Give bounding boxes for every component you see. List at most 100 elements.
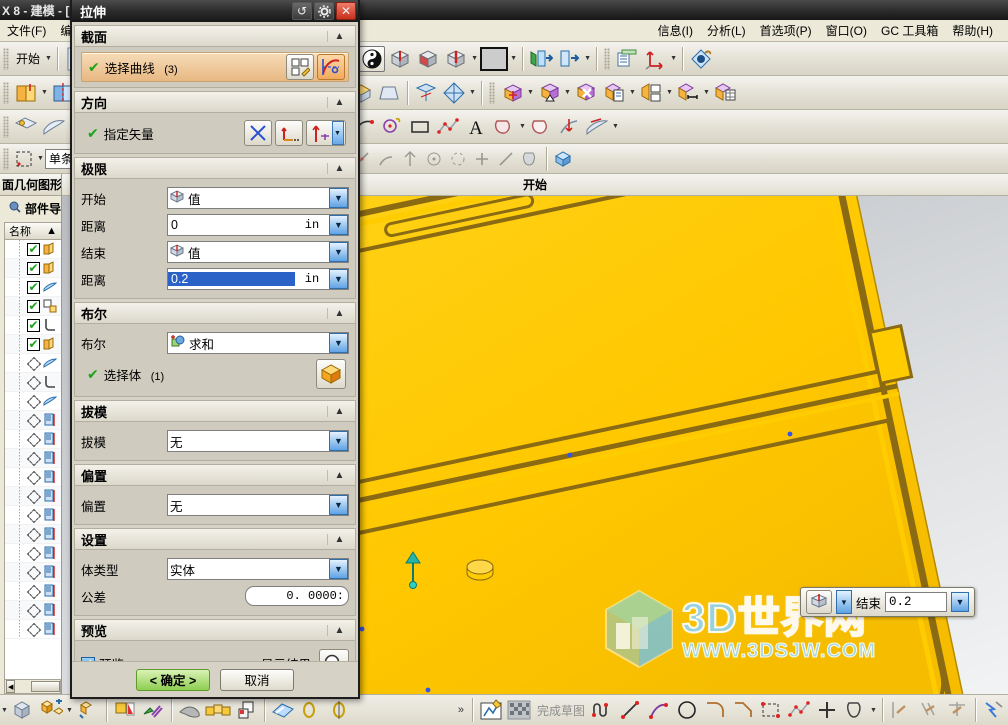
row-checkbox[interactable]: [27, 280, 40, 294]
sketch-constraint-icon[interactable]: [270, 697, 296, 723]
boolean-select[interactable]: 求和 ▼: [167, 332, 349, 354]
menu-item-info[interactable]: 信息(I): [651, 20, 700, 41]
tree-row[interactable]: [5, 297, 61, 316]
selection-filter-icon[interactable]: [13, 148, 35, 170]
select-body-button[interactable]: [316, 359, 346, 389]
tangent-snap-icon[interactable]: [375, 148, 397, 170]
row-suppressed-marker[interactable]: [27, 528, 40, 541]
chevron-down-icon[interactable]: [65, 698, 74, 722]
tree-row[interactable]: [5, 582, 61, 601]
group-header-boolean[interactable]: 布尔 ▲: [74, 302, 356, 324]
copy-feature-icon[interactable]: [601, 80, 627, 106]
chevron-down-icon[interactable]: [563, 81, 572, 105]
chevron-down-icon[interactable]: ▼: [329, 333, 348, 353]
chevron-down-icon[interactable]: [628, 81, 637, 105]
chevron-down-icon[interactable]: ▼: [329, 215, 348, 235]
sketch-tool-icon[interactable]: [478, 697, 504, 723]
datum-axis-icon[interactable]: [443, 46, 469, 72]
menu-item-gc-toolbox[interactable]: GC 工具箱: [874, 20, 945, 41]
chamfer-tool-icon[interactable]: [730, 697, 756, 723]
group-header-settings[interactable]: 设置 ▲: [74, 528, 356, 550]
measure-icon[interactable]: [140, 697, 166, 723]
move-object-icon[interactable]: [499, 80, 525, 106]
tree-row[interactable]: [5, 563, 61, 582]
assembly-icon[interactable]: [10, 697, 36, 723]
end-distance-input[interactable]: 0.2 in ▼: [167, 268, 349, 290]
select-curve-row[interactable]: ✔ 选择曲线 (3): [81, 52, 349, 82]
row-checkbox[interactable]: [27, 242, 40, 256]
chevron-up-icon[interactable]: ▲: [327, 162, 351, 174]
tree-row[interactable]: [5, 430, 61, 449]
vector-dialog-button[interactable]: [275, 120, 303, 146]
chevron-down-icon[interactable]: [611, 115, 620, 139]
chevron-down-icon[interactable]: [40, 81, 49, 105]
arc-tool-icon[interactable]: [646, 697, 672, 723]
row-checkbox[interactable]: [27, 318, 40, 332]
background-color-icon[interactable]: [480, 46, 509, 71]
end-distance-dropdown[interactable]: ▼: [951, 592, 970, 612]
profile-icon[interactable]: [590, 697, 616, 723]
chevron-up-icon[interactable]: ▲: [327, 469, 351, 481]
chevron-down-icon[interactable]: [470, 47, 479, 71]
row-checkbox[interactable]: [27, 337, 40, 351]
group-header-offset[interactable]: 偏置 ▲: [74, 464, 356, 486]
tree-horizontal-scrollbar[interactable]: ◀: [4, 679, 61, 694]
datum-plane-icon[interactable]: [413, 80, 439, 106]
layer-settings-icon[interactable]: [614, 46, 640, 72]
chevron-down-icon[interactable]: [468, 81, 477, 105]
group-header-limits[interactable]: 极限 ▲: [74, 157, 356, 179]
row-suppressed-marker[interactable]: [27, 547, 40, 560]
group-header-section[interactable]: 截面 ▲: [74, 25, 356, 47]
chevron-down-icon[interactable]: [669, 47, 678, 71]
chevron-down-icon[interactable]: [509, 47, 518, 71]
chevron-up-icon[interactable]: ▲: [327, 405, 351, 417]
reset-icon[interactable]: ↺: [292, 2, 312, 20]
rectangle-icon[interactable]: [407, 114, 433, 140]
end-distance-input[interactable]: 0.2: [885, 592, 948, 612]
show-result-button[interactable]: [319, 648, 349, 661]
row-suppressed-marker[interactable]: [27, 433, 40, 446]
chevron-down-icon[interactable]: [583, 47, 592, 71]
offset-select[interactable]: 无 ▼: [167, 494, 349, 516]
constraint-coincident-icon[interactable]: [888, 697, 914, 723]
chevron-down-icon[interactable]: ▼: [329, 559, 348, 579]
wire-icon[interactable]: [298, 697, 324, 723]
chevron-down-icon[interactable]: [36, 147, 45, 171]
tree-row[interactable]: [5, 487, 61, 506]
tree-row[interactable]: [5, 620, 61, 639]
row-suppressed-marker[interactable]: [27, 357, 40, 370]
wire-alt-icon[interactable]: [326, 697, 352, 723]
toolbar-grip[interactable]: [3, 147, 9, 170]
chevron-down-icon[interactable]: [869, 698, 878, 722]
tree-row[interactable]: [5, 525, 61, 544]
text-icon[interactable]: A: [463, 114, 489, 140]
pattern-feature-icon[interactable]: [536, 80, 562, 106]
row-checkbox[interactable]: [27, 261, 40, 275]
chevron-down-icon[interactable]: [44, 47, 53, 71]
end-type-select[interactable]: 值 ▼: [167, 241, 349, 263]
reference-set-icon[interactable]: [233, 697, 259, 723]
region-tool-icon[interactable]: [842, 697, 868, 723]
chevron-down-icon[interactable]: [526, 81, 535, 105]
tree-row[interactable]: [5, 601, 61, 620]
start-type-select[interactable]: 值 ▼: [167, 187, 349, 209]
start-distance-input[interactable]: 0 in ▼: [167, 214, 349, 236]
tree-row[interactable]: [5, 316, 61, 335]
tree-row[interactable]: [5, 278, 61, 297]
chevron-down-icon[interactable]: [665, 81, 674, 105]
tree-row[interactable]: [5, 544, 61, 563]
dock-tab-header[interactable]: 面几何图形: [0, 174, 61, 196]
feature-size-icon[interactable]: [675, 80, 701, 106]
body-type-select[interactable]: 实体 ▼: [167, 558, 349, 580]
row-suppressed-marker[interactable]: [27, 376, 40, 389]
toolbar-overflow-button[interactable]: »: [454, 704, 468, 716]
intersection-snap-icon[interactable]: [399, 148, 421, 170]
chevron-up-icon[interactable]: ▲: [327, 533, 351, 545]
component-group-icon[interactable]: [205, 697, 231, 723]
sort-ascending-icon[interactable]: ▲: [46, 225, 57, 237]
line-tool-icon[interactable]: [618, 697, 644, 723]
draft-select[interactable]: 无 ▼: [167, 430, 349, 452]
chevron-down-icon[interactable]: [702, 81, 711, 105]
menu-item-file[interactable]: 文件(F): [0, 20, 53, 41]
menu-item-window[interactable]: 窗口(O): [819, 20, 874, 41]
